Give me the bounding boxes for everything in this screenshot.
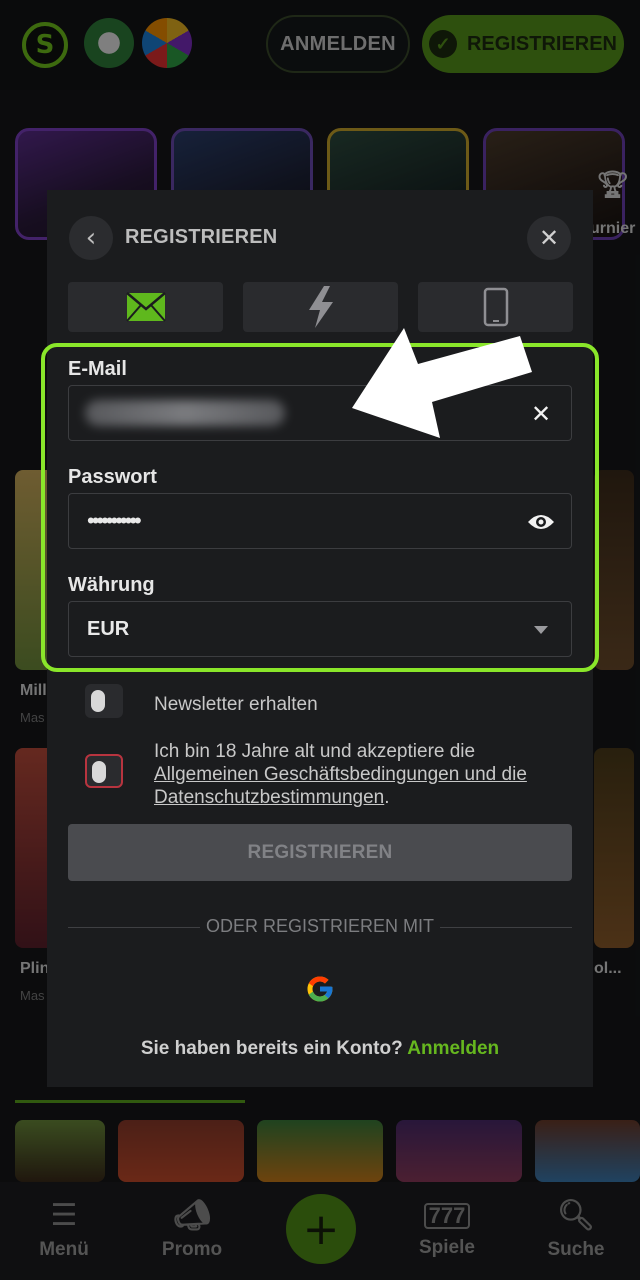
or-divider: ODER REGISTRIEREN MIT xyxy=(68,916,572,940)
or-label: ODER REGISTRIEREN MIT xyxy=(205,916,434,936)
google-icon[interactable] xyxy=(305,974,335,1004)
lightning-icon xyxy=(308,286,333,328)
chevron-left-icon: ‹ xyxy=(85,223,97,253)
terms-row xyxy=(85,754,123,788)
modal-title: REGISTRIEREN xyxy=(125,226,278,248)
envelope-icon xyxy=(125,292,166,322)
tab-email[interactable] xyxy=(68,282,223,332)
newsletter-label: Newsletter erhalten xyxy=(154,694,318,715)
login-prompt-text: Sie haben bereits ein Konto? xyxy=(140,1038,403,1059)
terms-link[interactable]: Allgemeinen Geschäftsbedingungen und die… xyxy=(154,764,527,808)
terms-text: Ich bin 18 Jahre alt und akzeptiere die xyxy=(154,741,476,762)
login-link[interactable]: Anmelden xyxy=(407,1038,499,1059)
newsletter-checkbox[interactable] xyxy=(85,684,123,718)
terms-label: Ich bin 18 Jahre alt und akzeptiere die … xyxy=(154,740,564,809)
terms-text-end: . xyxy=(384,787,390,808)
login-prompt: Sie haben bereits ein Konto? Anmelden xyxy=(47,1038,593,1060)
terms-checkbox[interactable] xyxy=(85,754,123,788)
pointer-arrow-icon xyxy=(352,328,532,438)
back-button[interactable]: ‹ xyxy=(69,216,113,260)
close-button[interactable]: ✕ xyxy=(527,216,571,260)
newsletter-row xyxy=(85,684,123,718)
submit-register-button[interactable]: REGISTRIEREN xyxy=(68,824,572,881)
close-icon: ✕ xyxy=(538,224,560,252)
